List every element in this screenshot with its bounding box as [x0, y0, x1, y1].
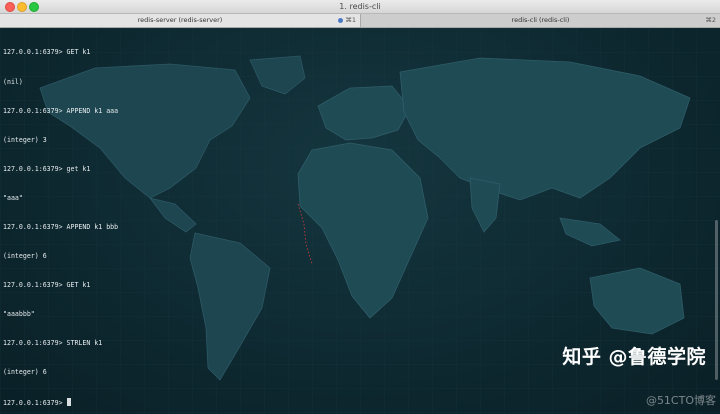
output-line: "aaabbb" [3, 310, 35, 319]
tab-redis-cli[interactable]: redis-cli (redis-cli) ⌘2 [361, 14, 720, 27]
text-cursor [66, 397, 71, 406]
output-line: 127.0.0.1:6379> APPEND k1 bbb [3, 222, 119, 231]
output-line: (integer) 6 [3, 368, 47, 377]
command-prompt-line[interactable]: 127.0.0.1:6379> [3, 397, 118, 408]
output-line: 127.0.0.1:6379> GET k1 [3, 48, 91, 57]
watermark-zhihu: 知乎 @鲁德学院 [562, 346, 706, 368]
tab-bar: redis-server (redis-server) ⌘1 redis-cli… [0, 14, 720, 28]
vertical-scrollbar[interactable] [715, 220, 718, 380]
watermark-51cto: @51CTO博客 [645, 394, 716, 407]
title-bar: 1. redis-cli [0, 0, 720, 14]
window-title: 1. redis-cli [339, 2, 381, 11]
command-prompt: 127.0.0.1:6379> [3, 398, 67, 407]
tab-redis-server[interactable]: redis-server (redis-server) ⌘1 [0, 14, 361, 27]
tab-label: redis-server (redis-server) [137, 16, 223, 24]
output-line: 127.0.0.1:6379> get k1 [3, 164, 91, 173]
output-line: 127.0.0.1:6379> GET k1 [3, 281, 91, 290]
output-line: (integer) 3 [3, 135, 47, 144]
activity-dot-icon [338, 18, 343, 23]
output-line: (nil) [3, 77, 23, 86]
tab-label: redis-cli (redis-cli) [511, 16, 570, 24]
tab-shortcut: ⌘2 [705, 16, 716, 24]
tab-shortcut: ⌘1 [345, 16, 356, 24]
terminal-output: 127.0.0.1:6379> GET k1 (nil) 127.0.0.1:6… [3, 29, 118, 414]
output-line: 127.0.0.1:6379> STRLEN k1 [3, 339, 103, 348]
output-line: (integer) 6 [3, 252, 47, 261]
output-line: 127.0.0.1:6379> APPEND k1 aaa [3, 106, 119, 115]
terminal-window: 1. redis-cli redis-server (redis-server)… [0, 0, 720, 414]
output-line: "aaa" [3, 193, 23, 202]
